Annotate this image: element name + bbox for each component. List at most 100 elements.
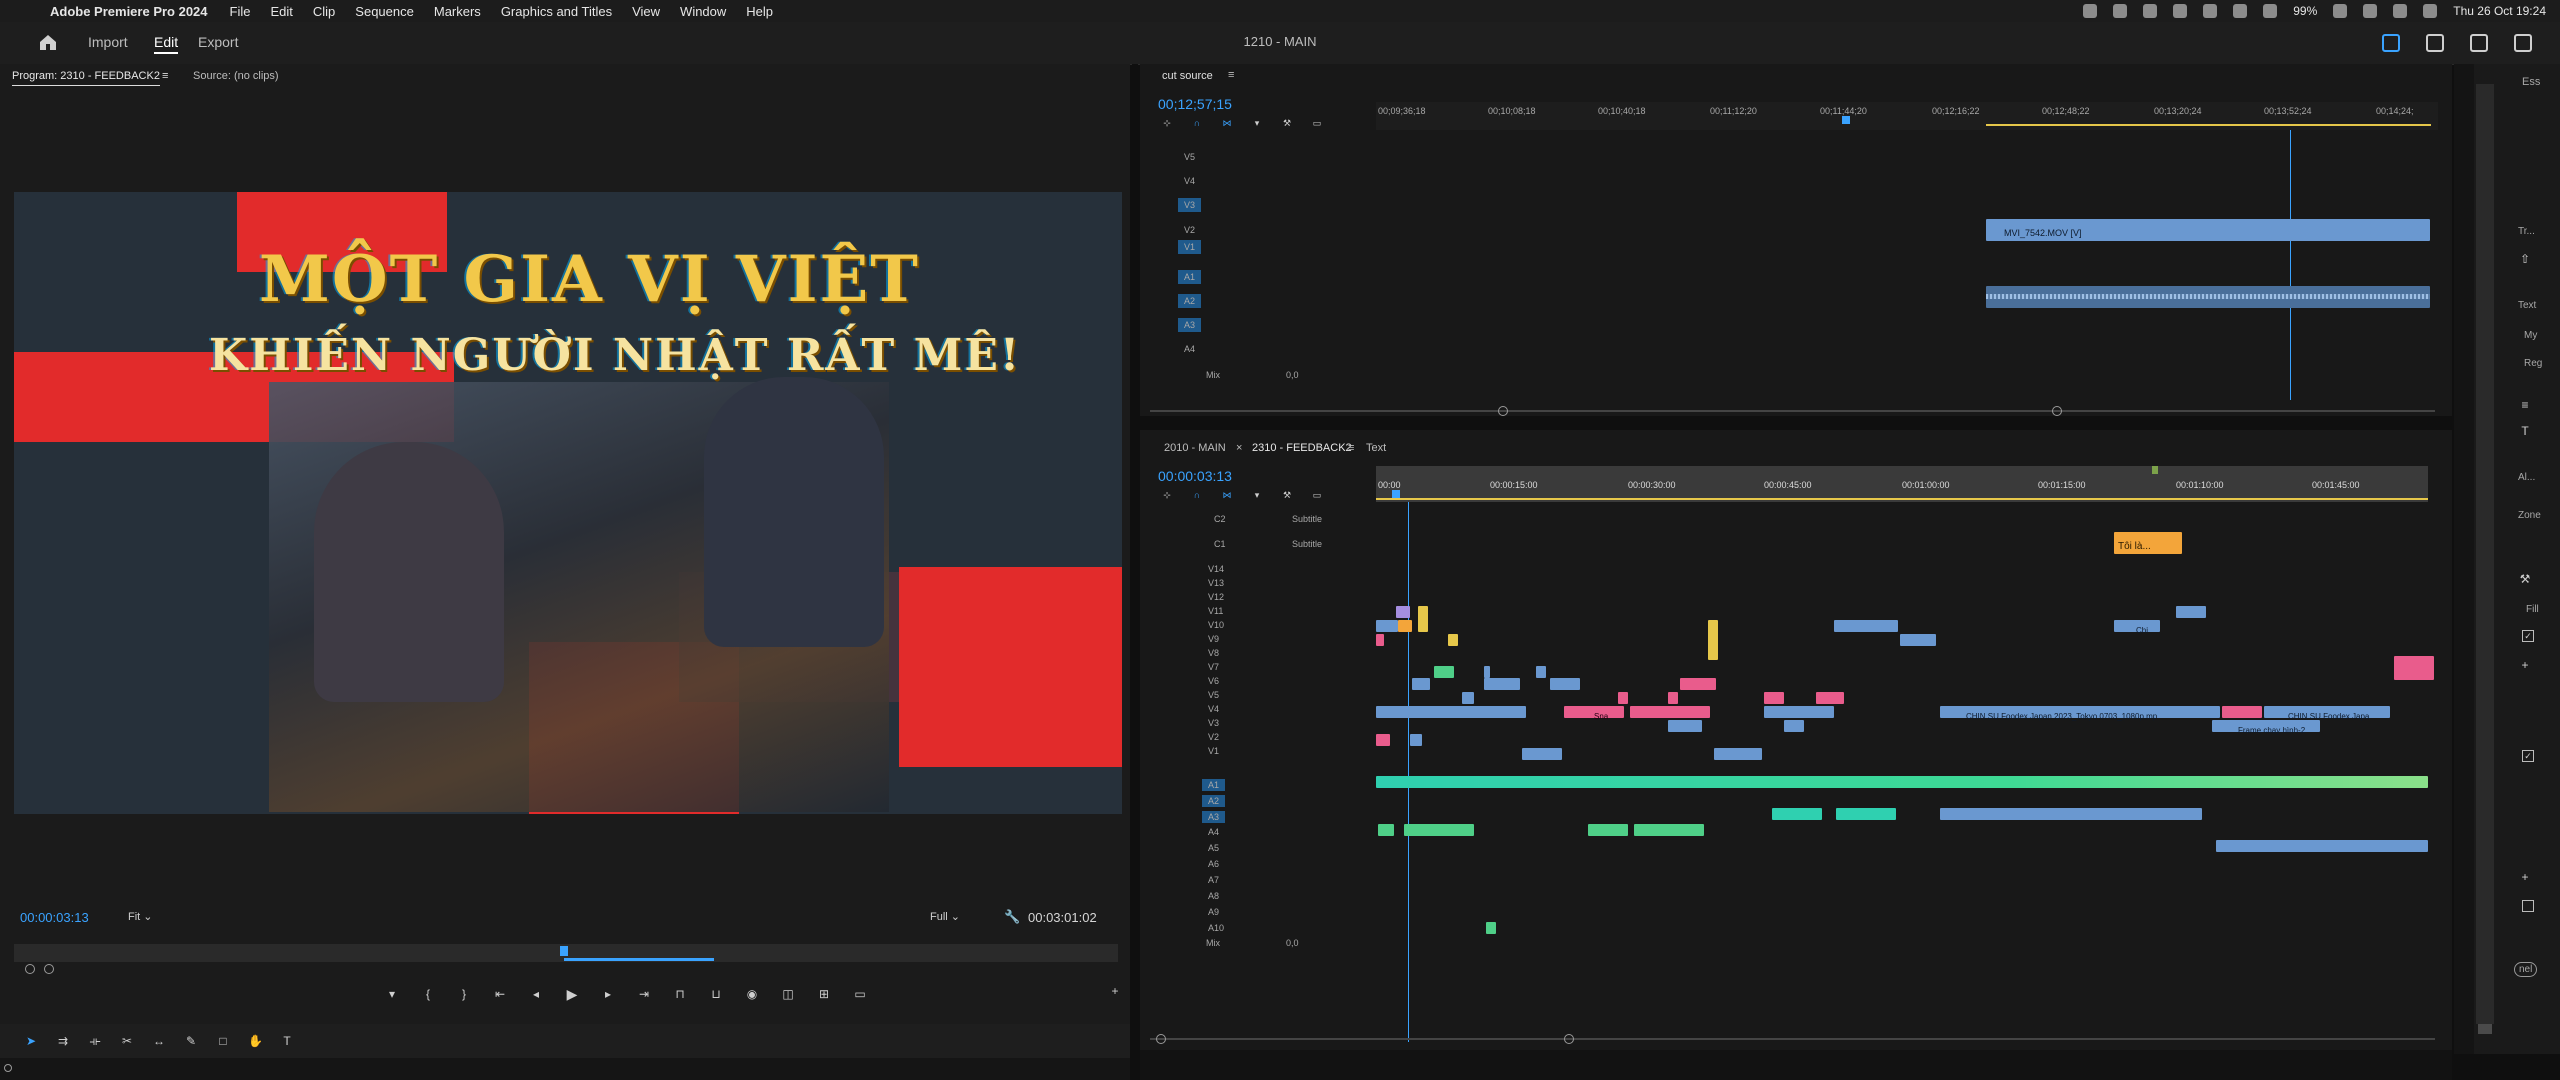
app-name[interactable]: Adobe Premiere Pro 2024 <box>50 4 208 19</box>
menu-clip[interactable]: Clip <box>313 4 335 19</box>
wrench-icon[interactable]: 🔧 <box>1004 909 1020 925</box>
panel-menu-icon[interactable]: ≡ <box>1348 442 1354 454</box>
scroll-handle-left[interactable] <box>1498 406 1508 416</box>
menu-view[interactable]: View <box>632 4 660 19</box>
rectangle-icon[interactable]: □ <box>216 1034 230 1048</box>
menu-icon[interactable] <box>2470 34 2488 52</box>
add-icon[interactable]: + <box>2518 658 2532 672</box>
panel-label[interactable]: Al... <box>2518 472 2535 483</box>
marker-icon[interactable]: ▾ <box>1250 116 1264 130</box>
step-back-icon[interactable]: ◂ <box>529 987 543 1001</box>
scroll-handle-left[interactable] <box>1156 1034 1166 1044</box>
nest-icon[interactable]: ⊹ <box>1160 116 1174 130</box>
panel-label[interactable]: Zone <box>2518 510 2541 521</box>
checkbox-icon[interactable]: ✓ <box>2522 750 2534 762</box>
tab-cut-source[interactable]: cut source <box>1162 70 1213 82</box>
status-icon[interactable] <box>2113 4 2128 18</box>
battery-icon[interactable] <box>2333 4 2348 18</box>
go-to-out-icon[interactable]: ⇥ <box>637 987 651 1001</box>
settings-wrench-icon[interactable]: ⚒ <box>1280 116 1294 130</box>
status-icon[interactable] <box>2083 4 2098 18</box>
workspaces-icon[interactable] <box>2382 34 2400 52</box>
pen-icon[interactable]: ✎ <box>184 1034 198 1048</box>
feedback-scroll[interactable] <box>1150 1038 2435 1040</box>
program-timecode[interactable]: 00:00:03:13 <box>20 910 89 925</box>
audio-clip-a1[interactable] <box>1376 776 2428 788</box>
add-button-icon[interactable]: + <box>1108 984 1122 998</box>
tab-menu-icon[interactable]: ≡ <box>162 70 168 82</box>
menu-help[interactable]: Help <box>746 4 773 19</box>
wifi-icon[interactable] <box>2363 4 2378 18</box>
align-icon[interactable]: ≡ <box>2518 398 2532 412</box>
scroll-handle-right[interactable] <box>2052 406 2062 416</box>
captions-icon[interactable]: ▭ <box>1310 116 1324 130</box>
quality-dropdown[interactable]: Full ⌄ <box>930 910 960 923</box>
menu-file[interactable]: File <box>230 4 251 19</box>
wrench-icon[interactable]: ⚒ <box>2518 572 2532 586</box>
snap-icon[interactable]: ∩ <box>1190 488 1204 502</box>
panel-label[interactable]: Reg <box>2524 358 2542 369</box>
program-scrubber[interactable] <box>14 944 1118 962</box>
clip-audio-a2[interactable] <box>1986 286 2430 308</box>
volume-icon[interactable] <box>2233 4 2248 18</box>
mix-value[interactable]: 0,0 <box>1286 370 1299 380</box>
type-icon[interactable]: T <box>2518 424 2532 438</box>
zoom-handle-left[interactable] <box>25 964 35 974</box>
panel-label[interactable]: Tr... <box>2518 226 2535 237</box>
tab-feedback2[interactable]: 2310 - FEEDBACK2 <box>1252 442 1352 454</box>
bluetooth-icon[interactable] <box>2173 4 2188 18</box>
subtitle-clip[interactable]: Tôi là... <box>2114 532 2182 554</box>
control-center-icon[interactable] <box>2423 4 2438 18</box>
timeline-vertical-scroll[interactable] <box>2454 64 2474 1054</box>
search-icon[interactable] <box>2393 4 2408 18</box>
workspace-import[interactable]: Import <box>88 34 128 50</box>
menu-markers[interactable]: Markers <box>434 4 481 19</box>
slip-icon[interactable]: ↔ <box>152 1034 166 1048</box>
display-icon[interactable] <box>2203 4 2218 18</box>
ripple-edit-icon[interactable]: ⟛ <box>88 1034 102 1048</box>
feedback-ruler[interactable]: 00:00 00:00:15:00 00:00:30:00 00:00:45:0… <box>1376 466 2428 502</box>
play-icon[interactable]: ▶ <box>565 987 579 1001</box>
compare-icon[interactable]: ◫ <box>781 987 795 1001</box>
cut-source-ruler[interactable]: 00;09;36;18 00;10;08;18 00;10;40;18 00;1… <box>1376 102 2438 130</box>
type-tool-icon[interactable]: T <box>280 1034 294 1048</box>
cut-source-scroll[interactable] <box>1150 410 2435 412</box>
marker-icon[interactable]: ▾ <box>1250 488 1264 502</box>
status-icon[interactable] <box>2143 4 2158 18</box>
video-preview[interactable]: MỘT GIA VỊ VIỆT KHIẾN NGƯỜI NHẬT RẤT MÊ! <box>14 192 1122 814</box>
panel-label[interactable]: Fill <box>2526 604 2539 615</box>
track-select-icon[interactable]: ⇉ <box>56 1034 70 1048</box>
square-icon[interactable] <box>2522 900 2534 912</box>
fullscreen-icon[interactable] <box>2514 34 2532 52</box>
close-icon[interactable]: × <box>1236 442 1242 454</box>
linked-selection-icon[interactable]: ⋈ <box>1220 116 1234 130</box>
headphones-icon[interactable] <box>2263 4 2278 18</box>
extract-icon[interactable]: ⊔ <box>709 987 723 1001</box>
zoom-handle-right[interactable] <box>44 964 54 974</box>
lift-icon[interactable]: ⊓ <box>673 987 687 1001</box>
home-icon[interactable] <box>38 33 58 51</box>
razor-icon[interactable]: ✂ <box>120 1034 134 1048</box>
selection-tool-icon[interactable]: ➤ <box>24 1034 38 1048</box>
trim-icon[interactable]: ⊞ <box>817 987 831 1001</box>
menu-graphics[interactable]: Graphics and Titles <box>501 4 612 19</box>
clock[interactable]: Thu 26 Oct 19:24 <box>2453 4 2546 18</box>
panel-label[interactable]: nel <box>2514 962 2538 977</box>
panel-label[interactable]: Ess <box>2522 76 2540 88</box>
tab-text[interactable]: Text <box>1366 442 1386 454</box>
hand-icon[interactable]: ✋ <box>248 1034 263 1048</box>
menu-sequence[interactable]: Sequence <box>355 4 414 19</box>
tab-program[interactable]: Program: 2310 - FEEDBACK2 <box>12 70 160 86</box>
mark-out-icon[interactable]: } <box>457 987 471 1001</box>
tab-2010-main[interactable]: 2010 - MAIN <box>1164 442 1226 454</box>
cut-source-timecode[interactable]: 00;12;57;15 <box>1158 96 1232 112</box>
go-to-in-icon[interactable]: ⇤ <box>493 987 507 1001</box>
fit-dropdown[interactable]: Fit ⌄ <box>128 910 153 923</box>
arrow-up-icon[interactable]: ⇧ <box>2518 252 2532 266</box>
feedback-timecode[interactable]: 00:00:03:13 <box>1158 468 1232 484</box>
workspace-export[interactable]: Export <box>198 34 238 50</box>
workspace-edit[interactable]: Edit <box>154 34 179 54</box>
export-frame-icon[interactable]: ◉ <box>745 987 759 1001</box>
safe-margins-icon[interactable]: ▭ <box>853 987 867 1001</box>
captions-icon[interactable]: ▭ <box>1310 488 1324 502</box>
